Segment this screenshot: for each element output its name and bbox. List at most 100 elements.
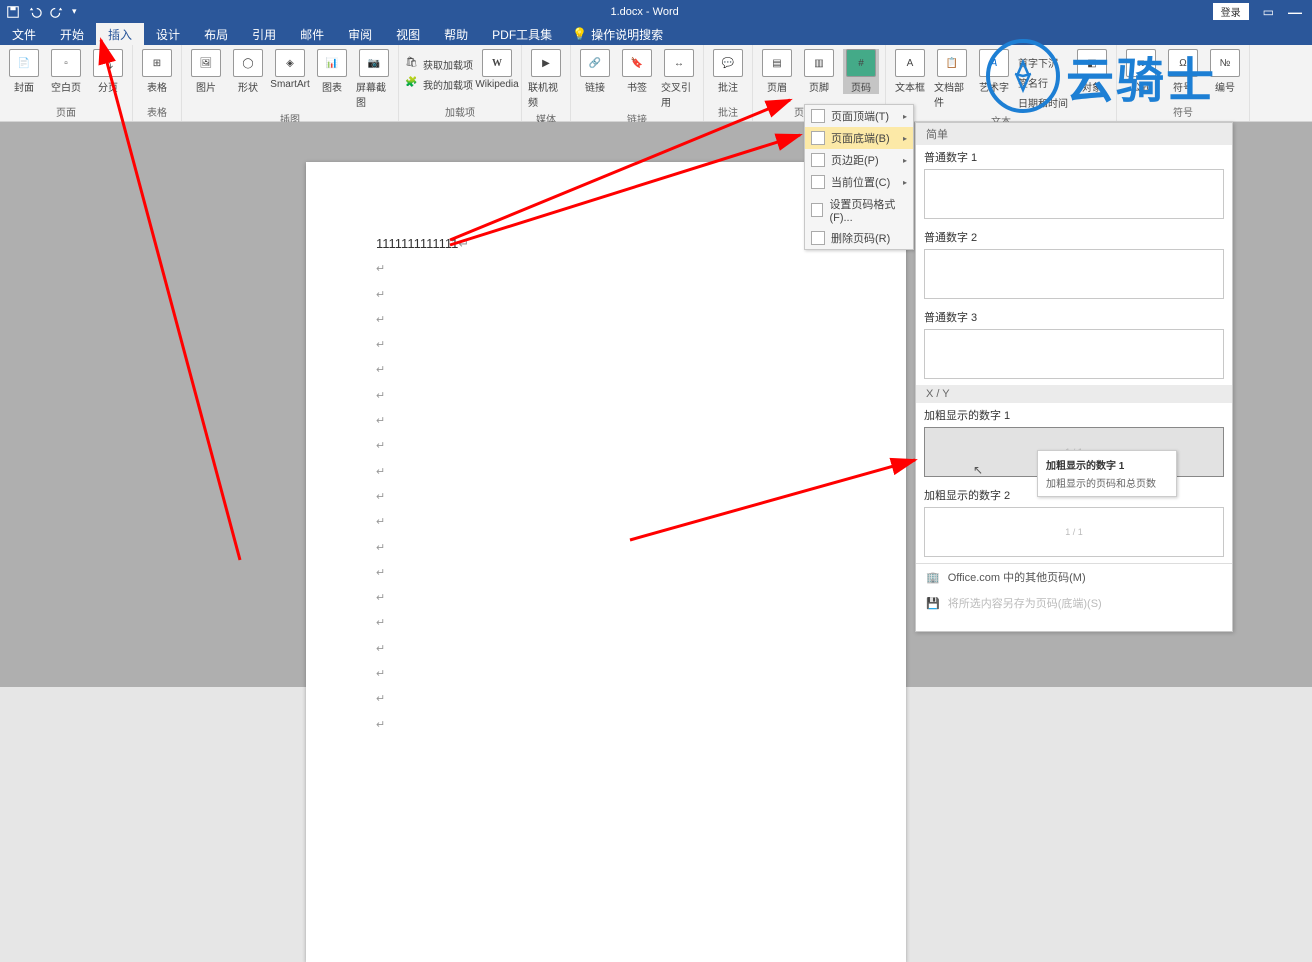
shapes-button[interactable]: ◯形状 [230, 49, 266, 94]
tab-design[interactable]: 设计 [144, 23, 192, 45]
format-pagenum-item[interactable]: 设置页码格式(F)... [805, 193, 913, 227]
object-button[interactable]: ◧对象 [1074, 49, 1110, 94]
chevron-right-icon: ▸ [903, 178, 907, 187]
link-button[interactable]: 🔗 链接 [577, 49, 613, 94]
ribbon-label: 链接 [585, 79, 605, 94]
smartart-button[interactable]: ◈ SmartArt [272, 49, 308, 90]
object-icon: ◧ [1077, 49, 1107, 77]
format-icon [811, 203, 823, 217]
gallery-item-label: 普通数字 2 [916, 225, 1232, 247]
textbox-button[interactable]: A文本框 [892, 49, 928, 94]
wordart-button[interactable]: A艺术字 [976, 49, 1012, 94]
tab-review[interactable]: 审阅 [336, 23, 384, 45]
current-position-icon [811, 175, 825, 189]
tab-references[interactable]: 引用 [240, 23, 288, 45]
tooltip-body: 加粗显示的页码和总页数 [1046, 475, 1168, 490]
smartart-icon: ◈ [275, 49, 305, 77]
footer-button[interactable]: ▥页脚 [801, 49, 837, 94]
ribbon-label: 页眉 [767, 79, 787, 94]
table-icon: ⊞ [142, 49, 172, 77]
ribbon-label: SmartArt [270, 79, 309, 90]
page-top-icon [811, 109, 825, 123]
dropcap-button[interactable]: 首字下沉 [1018, 53, 1068, 71]
screenshot-button[interactable]: 📷屏幕截图 [356, 49, 392, 109]
ribbon-label: 符号 [1173, 79, 1193, 94]
gallery-thumb-plain3[interactable] [924, 329, 1224, 379]
tab-view[interactable]: 视图 [384, 23, 432, 45]
minimize-icon[interactable]: — [1288, 4, 1302, 20]
chevron-right-icon: ▸ [903, 156, 907, 165]
login-button[interactable]: 登录 [1213, 3, 1249, 20]
ribbon-label: 图片 [196, 79, 216, 94]
tell-me-search[interactable]: 💡 操作说明搜索 [572, 26, 663, 43]
ribbon-label: 图表 [322, 79, 342, 94]
remove-pagenum-item[interactable]: 删除页码(R) [805, 227, 913, 249]
my-addins-button[interactable]: 🧩 我的加载项 [405, 75, 473, 93]
sigline-button[interactable]: 签名行 [1018, 73, 1068, 91]
crossref-icon: ↔ [664, 49, 694, 77]
tab-home[interactable]: 开始 [48, 23, 96, 45]
save-icon[interactable] [6, 5, 20, 19]
tab-mailings[interactable]: 邮件 [288, 23, 336, 45]
page-break-button[interactable]: ⤵分页 [90, 49, 126, 94]
current-position-item[interactable]: 当前位置(C)▸ [805, 171, 913, 193]
page-bottom-item[interactable]: 页面底端(B)▸ [805, 127, 913, 149]
gallery-header-simple: 简单 [916, 123, 1232, 145]
cover-page-button[interactable]: 📄封面 [6, 49, 42, 94]
quickparts-icon: 📋 [937, 49, 967, 77]
symbol-icon: Ω [1168, 49, 1198, 77]
more-from-office-item[interactable]: 🏢Office.com 中的其他页码(M) [916, 564, 1232, 590]
ribbon-label: 文档部件 [934, 79, 970, 109]
gallery-thumb-bold2[interactable]: 1 / 1 [924, 507, 1224, 557]
tab-help[interactable]: 帮助 [432, 23, 480, 45]
page-margins-item[interactable]: 页边距(P)▸ [805, 149, 913, 171]
gallery-thumb-plain2[interactable] [924, 249, 1224, 299]
blank-page-button[interactable]: ▫空白页 [48, 49, 84, 94]
gallery-thumb-plain1[interactable] [924, 169, 1224, 219]
page-number-button[interactable]: #页码 [843, 49, 879, 94]
group-label-addins: 加载项 [445, 102, 475, 119]
get-addins-button[interactable]: 🛍获取加载项 [405, 55, 473, 73]
symbol-button[interactable]: Ω 符号 [1165, 49, 1201, 94]
datetime-button[interactable]: 日期和时间 [1018, 93, 1068, 111]
number-icon: № [1210, 49, 1240, 77]
cursor-icon: ↖ [973, 463, 983, 477]
quickparts-button[interactable]: 📋文档部件 [934, 49, 970, 109]
picture-button[interactable]: 🖼图片 [188, 49, 224, 94]
addin-icon: 🧩 [405, 77, 419, 91]
comment-button[interactable]: 💬批注 [710, 49, 746, 94]
group-label-tables: 表格 [147, 102, 167, 119]
number-button[interactable]: №编号 [1207, 49, 1243, 94]
ribbon-label: 艺术字 [979, 79, 1009, 94]
equation-button[interactable]: π公式 [1123, 49, 1159, 94]
redo-icon[interactable] [50, 5, 64, 19]
undo-icon[interactable] [28, 5, 42, 19]
ribbon-display-icon[interactable]: ▭ [1263, 5, 1274, 19]
chart-button[interactable]: 📊图表 [314, 49, 350, 94]
tab-insert[interactable]: 插入 [96, 23, 144, 45]
document-page[interactable]: 1111111111111↵ ↵↵↵↵↵↵↵↵↵↵↵↵↵↵↵↵↵↵↵ [306, 162, 906, 962]
menu-label: 页面顶端(T) [831, 108, 889, 124]
tab-layout[interactable]: 布局 [192, 23, 240, 45]
tab-pdf[interactable]: PDF工具集 [480, 23, 564, 45]
office-icon: 🏢 [926, 571, 940, 584]
gallery-header-xy: X / Y [916, 385, 1232, 403]
table-button[interactable]: ⊞表格 [139, 49, 175, 94]
ribbon: 📄封面 ▫空白页 ⤵分页 页面 ⊞表格 表格 🖼图片 ◯形状 ◈ SmartArt… [0, 45, 1312, 122]
ribbon-label: 我的加载项 [423, 77, 473, 92]
wikipedia-button[interactable]: WWikipedia [479, 49, 515, 90]
pagenum-icon: # [846, 49, 876, 77]
ribbon-label: 空白页 [51, 79, 81, 94]
link-icon: 🔗 [580, 49, 610, 77]
group-label-pages: 页面 [56, 102, 76, 119]
page-top-item[interactable]: 页面顶端(T)▸ [805, 105, 913, 127]
group-label-comments: 批注 [718, 102, 738, 119]
header-button[interactable]: ▤页眉 [759, 49, 795, 94]
crossref-button[interactable]: ↔交叉引用 [661, 49, 697, 109]
tab-file[interactable]: 文件 [0, 23, 48, 45]
ribbon-label: 公式 [1131, 79, 1151, 94]
shapes-icon: ◯ [233, 49, 263, 77]
paragraph-mark: ↵ [458, 236, 469, 251]
online-video-button[interactable]: ▶联机视频 [528, 49, 564, 109]
bookmark-button[interactable]: 🔖书签 [619, 49, 655, 94]
